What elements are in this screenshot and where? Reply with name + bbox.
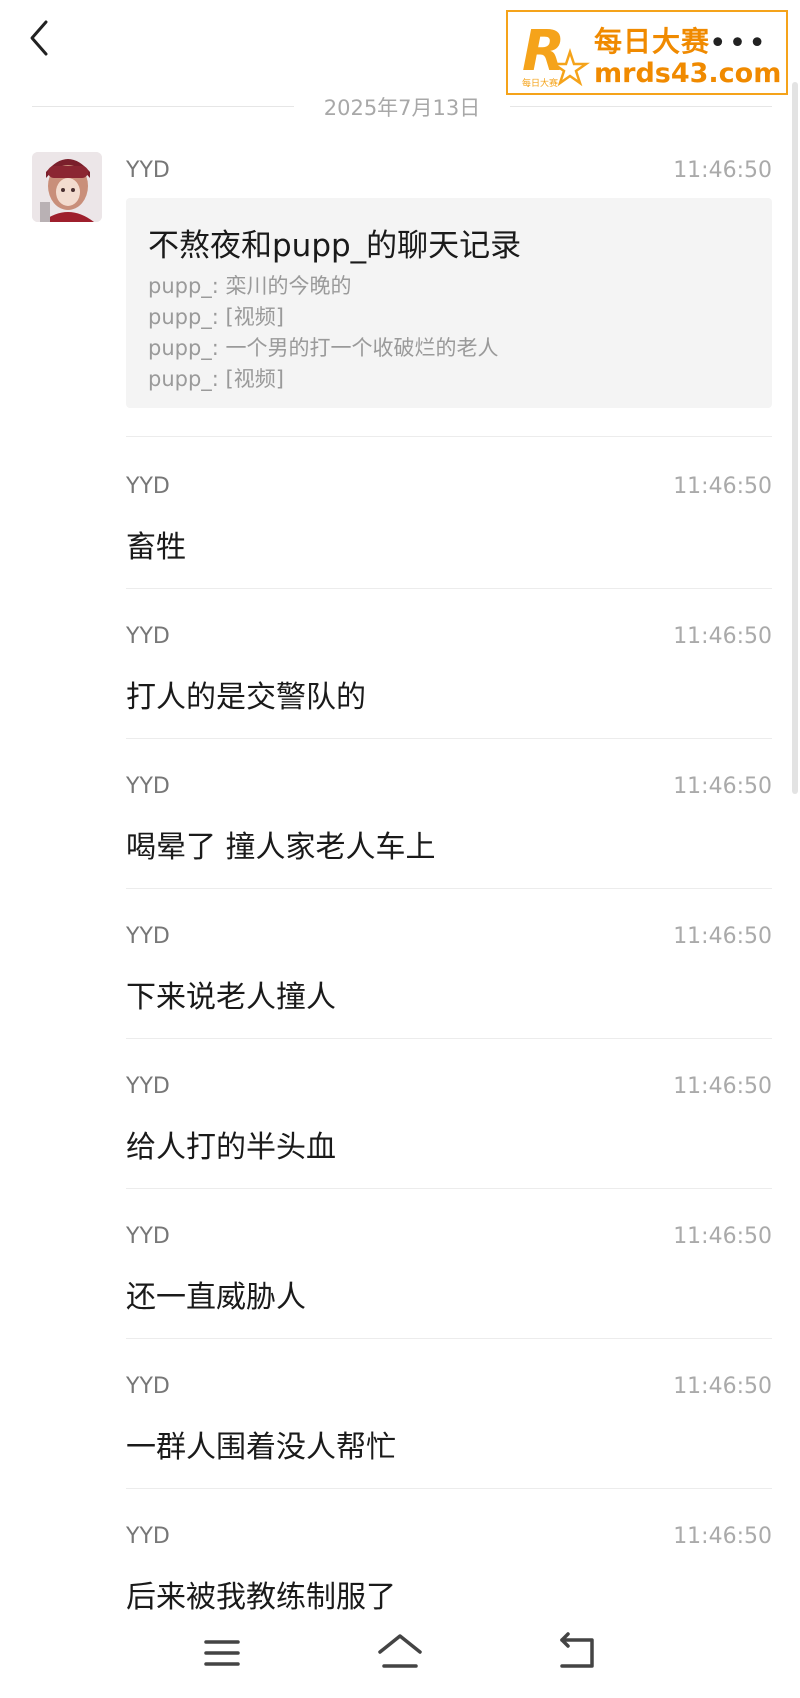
date-separator: 2025年7月13日 <box>32 90 772 122</box>
message-text[interactable]: 畜牲 <box>126 522 186 566</box>
scrollbar[interactable] <box>792 82 798 794</box>
message-text[interactable]: 下来说老人撞人 <box>126 972 336 1016</box>
watermark-logo: R 每日大赛 <box>522 19 590 89</box>
message-sender: YYD <box>126 1524 170 1549</box>
message-divider <box>126 1488 772 1489</box>
return-icon <box>560 1632 594 1668</box>
message-divider <box>126 888 772 889</box>
message-sender: YYD <box>126 1074 170 1099</box>
system-nav-bar <box>0 1600 800 1698</box>
watermark-url: mrds43.com <box>594 58 782 89</box>
message-item: YYD 11:46:50 还一直威胁人 <box>126 1224 772 1344</box>
message-item: YYD 11:46:50 下来说老人撞人 <box>126 924 772 1044</box>
message-sender: YYD <box>126 924 170 949</box>
chat-record-line: pupp_: [视频] <box>148 367 284 391</box>
avatar[interactable] <box>32 152 102 222</box>
chevron-left-icon <box>30 20 48 56</box>
message-time: 11:46:50 <box>673 158 772 183</box>
home-button[interactable] <box>370 1628 430 1678</box>
return-button[interactable] <box>548 1628 608 1678</box>
message-time: 11:46:50 <box>673 1524 772 1549</box>
message-sender: YYD <box>126 158 170 183</box>
message-item: YYD 11:46:50 一群人围着没人帮忙 <box>126 1374 772 1494</box>
date-divider-right <box>510 106 772 107</box>
chat-record-card[interactable]: 不熬夜和pupp_的聊天记录 pupp_: 栾川的今晚的 pupp_: [视频]… <box>126 198 772 408</box>
message-item: YYD 11:46:50 喝晕了 撞人家老人车上 <box>126 774 772 894</box>
message-sender: YYD <box>126 474 170 499</box>
chat-record-line: pupp_: [视频] <box>148 305 284 329</box>
message-divider <box>126 1338 772 1339</box>
message-divider <box>126 588 772 589</box>
message-item: YYD 11:46:50 畜牲 <box>126 474 772 594</box>
message-text[interactable]: 打人的是交警队的 <box>126 672 366 716</box>
svg-text:R: R <box>522 19 565 84</box>
message-sender: YYD <box>126 1374 170 1399</box>
message-time: 11:46:50 <box>673 924 772 949</box>
watermark-banner: R 每日大赛 每日大赛 mrds43.com ••• <box>506 10 788 95</box>
date-label: 2025年7月13日 <box>323 96 481 120</box>
message-sender: YYD <box>126 1224 170 1249</box>
message-text[interactable]: 给人打的半头血 <box>126 1122 336 1166</box>
message-time: 11:46:50 <box>673 474 772 499</box>
message-divider <box>126 738 772 739</box>
message-divider <box>126 1038 772 1039</box>
message-sender: YYD <box>126 624 170 649</box>
message-time: 11:46:50 <box>673 624 772 649</box>
menu-button[interactable] <box>192 1628 252 1678</box>
message-item: YYD 11:46:50 不熬夜和pupp_的聊天记录 pupp_: 栾川的今晚… <box>126 158 772 437</box>
message-time: 11:46:50 <box>673 1224 772 1249</box>
chat-record-title: 不熬夜和pupp_的聊天记录 <box>148 228 522 264</box>
message-time: 11:46:50 <box>673 774 772 799</box>
more-icon: ••• <box>708 26 768 61</box>
message-item: YYD 11:46:50 给人打的半头血 <box>126 1074 772 1194</box>
more-button[interactable]: ••• <box>709 26 768 61</box>
watermark-title: 每日大赛 <box>594 25 711 58</box>
menu-icon <box>204 1640 240 1666</box>
message-sender: YYD <box>126 774 170 799</box>
chat-record-line: pupp_: 栾川的今晚的 <box>148 274 352 298</box>
svg-text:每日大赛: 每日大赛 <box>522 77 558 89</box>
message-time: 11:46:50 <box>673 1374 772 1399</box>
home-icon <box>378 1634 422 1668</box>
avatar-image <box>32 152 102 222</box>
top-bar: R 每日大赛 每日大赛 mrds43.com ••• <box>0 0 800 100</box>
message-divider <box>126 436 772 437</box>
message-divider <box>126 1188 772 1189</box>
message-text[interactable]: 一群人围着没人帮忙 <box>126 1422 396 1466</box>
message-text[interactable]: 喝晕了 撞人家老人车上 <box>126 822 436 866</box>
chat-record-line: pupp_: 一个男的打一个收破烂的老人 <box>148 336 499 360</box>
message-time: 11:46:50 <box>673 1074 772 1099</box>
message-text[interactable]: 还一直威胁人 <box>126 1272 306 1316</box>
message-item: YYD 11:46:50 后来被我教练制服了 <box>126 1524 772 1615</box>
back-button[interactable] <box>22 14 62 62</box>
message-item: YYD 11:46:50 打人的是交警队的 <box>126 624 772 744</box>
